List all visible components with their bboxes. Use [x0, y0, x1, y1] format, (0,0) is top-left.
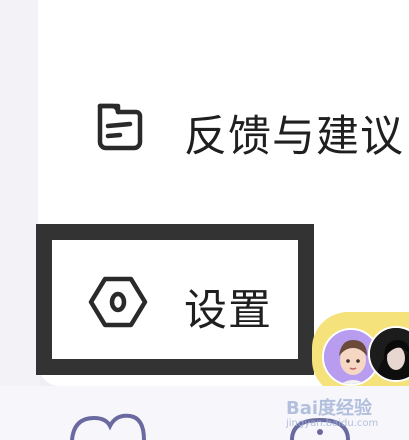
watermark-text: Bai度经验 — [286, 398, 373, 419]
watermark-subtext: jingyan.baidu.com — [286, 418, 379, 429]
feedback-document-icon — [90, 96, 150, 160]
menu-item-label: 设置 — [184, 286, 272, 336]
tab-icon-left[interactable] — [68, 410, 148, 440]
menu-item-label: 反馈与建议 — [184, 112, 404, 162]
menu-item-feedback[interactable]: 反馈与建议 — [80, 86, 409, 166]
menu-item-settings[interactable]: 设置 — [52, 240, 298, 359]
side-background — [0, 0, 40, 386]
hexagon-settings-icon — [88, 276, 148, 332]
watermark: Bai度经验 jingyan.baidu.com — [286, 394, 378, 429]
